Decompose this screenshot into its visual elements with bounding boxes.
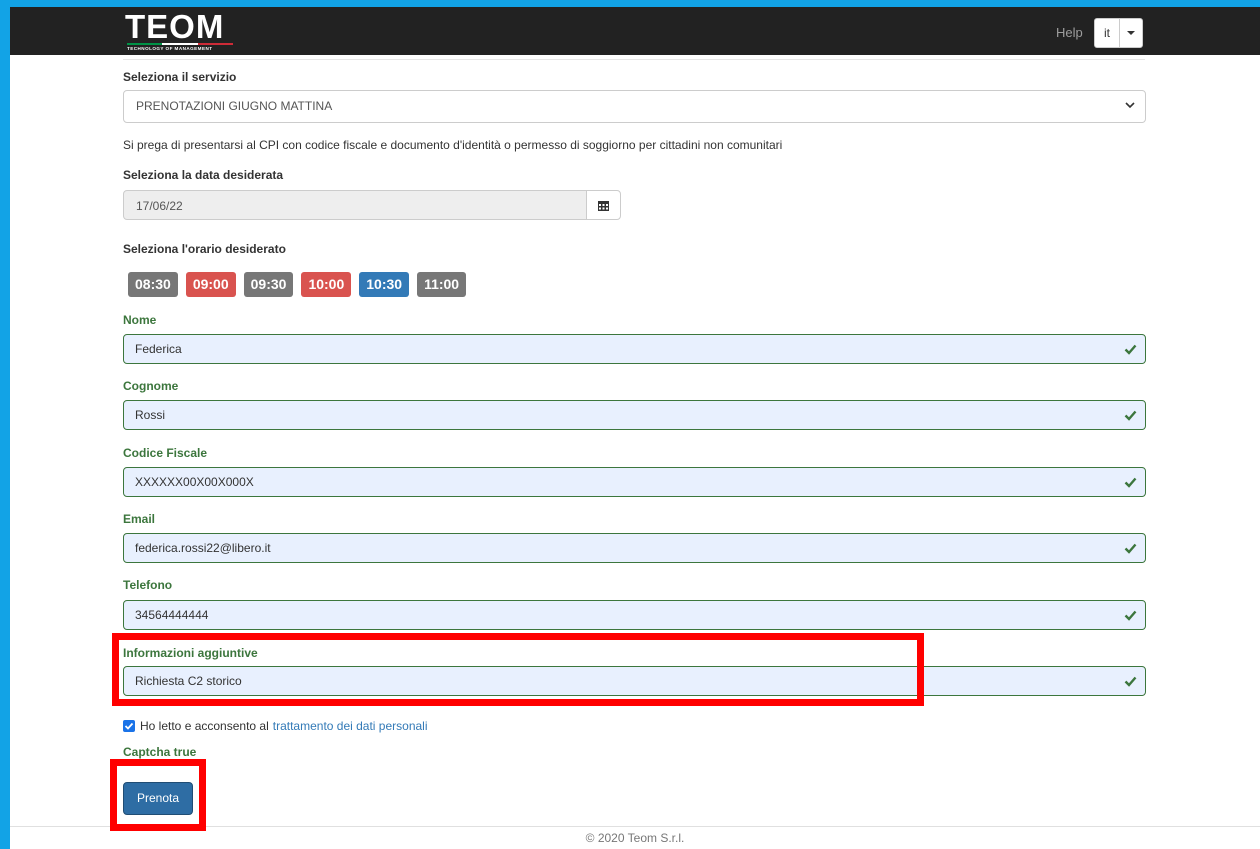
time-slot-1100[interactable]: 11:00 — [417, 272, 467, 297]
time-slot-group: 08:30 09:00 09:30 10:00 10:30 11:00 — [128, 272, 467, 297]
check-icon — [1124, 610, 1137, 621]
date-label: Seleziona la data desiderata — [123, 168, 284, 182]
service-selected-value: PRENOTAZIONI GIUGNO MATTINA — [136, 99, 333, 113]
language-dropdown-toggle[interactable] — [1119, 19, 1142, 47]
telefono-label: Telefono — [123, 578, 173, 592]
logo-tagline: TECHNOLOGY OF MANAGEMENT — [127, 46, 213, 51]
teom-logo[interactable]: TEOM TECHNOLOGY OF MANAGEMENT — [125, 10, 235, 52]
time-slot-1030-selected[interactable]: 10:30 — [359, 272, 410, 297]
codice-fiscale-value: XXXXXX00X00X000X — [135, 475, 254, 489]
language-value: it — [1104, 26, 1110, 40]
email-field[interactable]: federica.rossi22@libero.it — [123, 533, 1146, 563]
time-slot-0830[interactable]: 08:30 — [128, 272, 178, 297]
time-label: Seleziona l'orario desiderato — [123, 242, 286, 256]
time-slot-0930[interactable]: 09:30 — [243, 272, 294, 297]
service-label: Seleziona il servizio — [123, 70, 237, 84]
calendar-button[interactable] — [586, 190, 621, 220]
footer-copyright: © 2020 Teom S.r.l. — [585, 831, 685, 845]
consent-row: Ho letto e acconsento al trattamento dei… — [123, 719, 428, 733]
check-icon — [1124, 543, 1137, 554]
page: TEOM TECHNOLOGY OF MANAGEMENT Help it Se… — [10, 7, 1260, 849]
consent-text: Ho letto e acconsento al — [140, 719, 269, 733]
cognome-value: Rossi — [135, 408, 166, 422]
telefono-field[interactable]: 34564444444 — [123, 600, 1146, 630]
email-value: federica.rossi22@libero.it — [135, 541, 271, 555]
caret-down-icon — [1127, 31, 1135, 35]
instructions-note: Si prega di presentarsi al CPI con codic… — [123, 138, 783, 152]
time-slot-0900[interactable]: 09:00 — [185, 272, 236, 297]
codice-fiscale-label: Codice Fiscale — [123, 446, 208, 460]
check-icon — [1124, 477, 1137, 488]
check-icon — [1124, 676, 1137, 687]
calendar-icon — [598, 200, 609, 211]
cognome-label: Cognome — [123, 379, 179, 393]
time-slot-1000[interactable]: 10:00 — [301, 272, 352, 297]
top-navbar: TEOM TECHNOLOGY OF MANAGEMENT Help it — [10, 7, 1260, 55]
logo-text: TEOM — [125, 8, 225, 45]
cognome-field[interactable]: Rossi — [123, 400, 1146, 430]
telefono-value: 34564444444 — [135, 608, 209, 622]
nome-field[interactable]: Federica — [123, 334, 1146, 364]
divider — [123, 59, 1145, 60]
privacy-policy-link[interactable]: trattamento dei dati personali — [273, 719, 428, 733]
codice-fiscale-field[interactable]: XXXXXX00X00X000X — [123, 467, 1146, 497]
nome-value: Federica — [135, 342, 182, 356]
language-selector[interactable]: it — [1094, 18, 1143, 48]
captcha-status: Captcha true — [123, 745, 197, 759]
check-icon — [1124, 344, 1137, 355]
nome-label: Nome — [123, 313, 157, 327]
date-value: 17/06/22 — [136, 199, 183, 213]
highlight-box-informazioni — [112, 633, 924, 706]
checkmark-icon — [124, 722, 134, 730]
chevron-down-icon — [1125, 102, 1135, 109]
email-label: Email — [123, 512, 156, 526]
highlight-box-prenota — [110, 759, 206, 831]
service-select[interactable]: PRENOTAZIONI GIUGNO MATTINA — [123, 90, 1146, 123]
logo-flag-stripe — [127, 43, 233, 45]
consent-checkbox[interactable] — [123, 720, 135, 732]
date-input[interactable]: 17/06/22 — [123, 190, 587, 220]
check-icon — [1124, 410, 1137, 421]
help-link[interactable]: Help — [1056, 25, 1083, 40]
